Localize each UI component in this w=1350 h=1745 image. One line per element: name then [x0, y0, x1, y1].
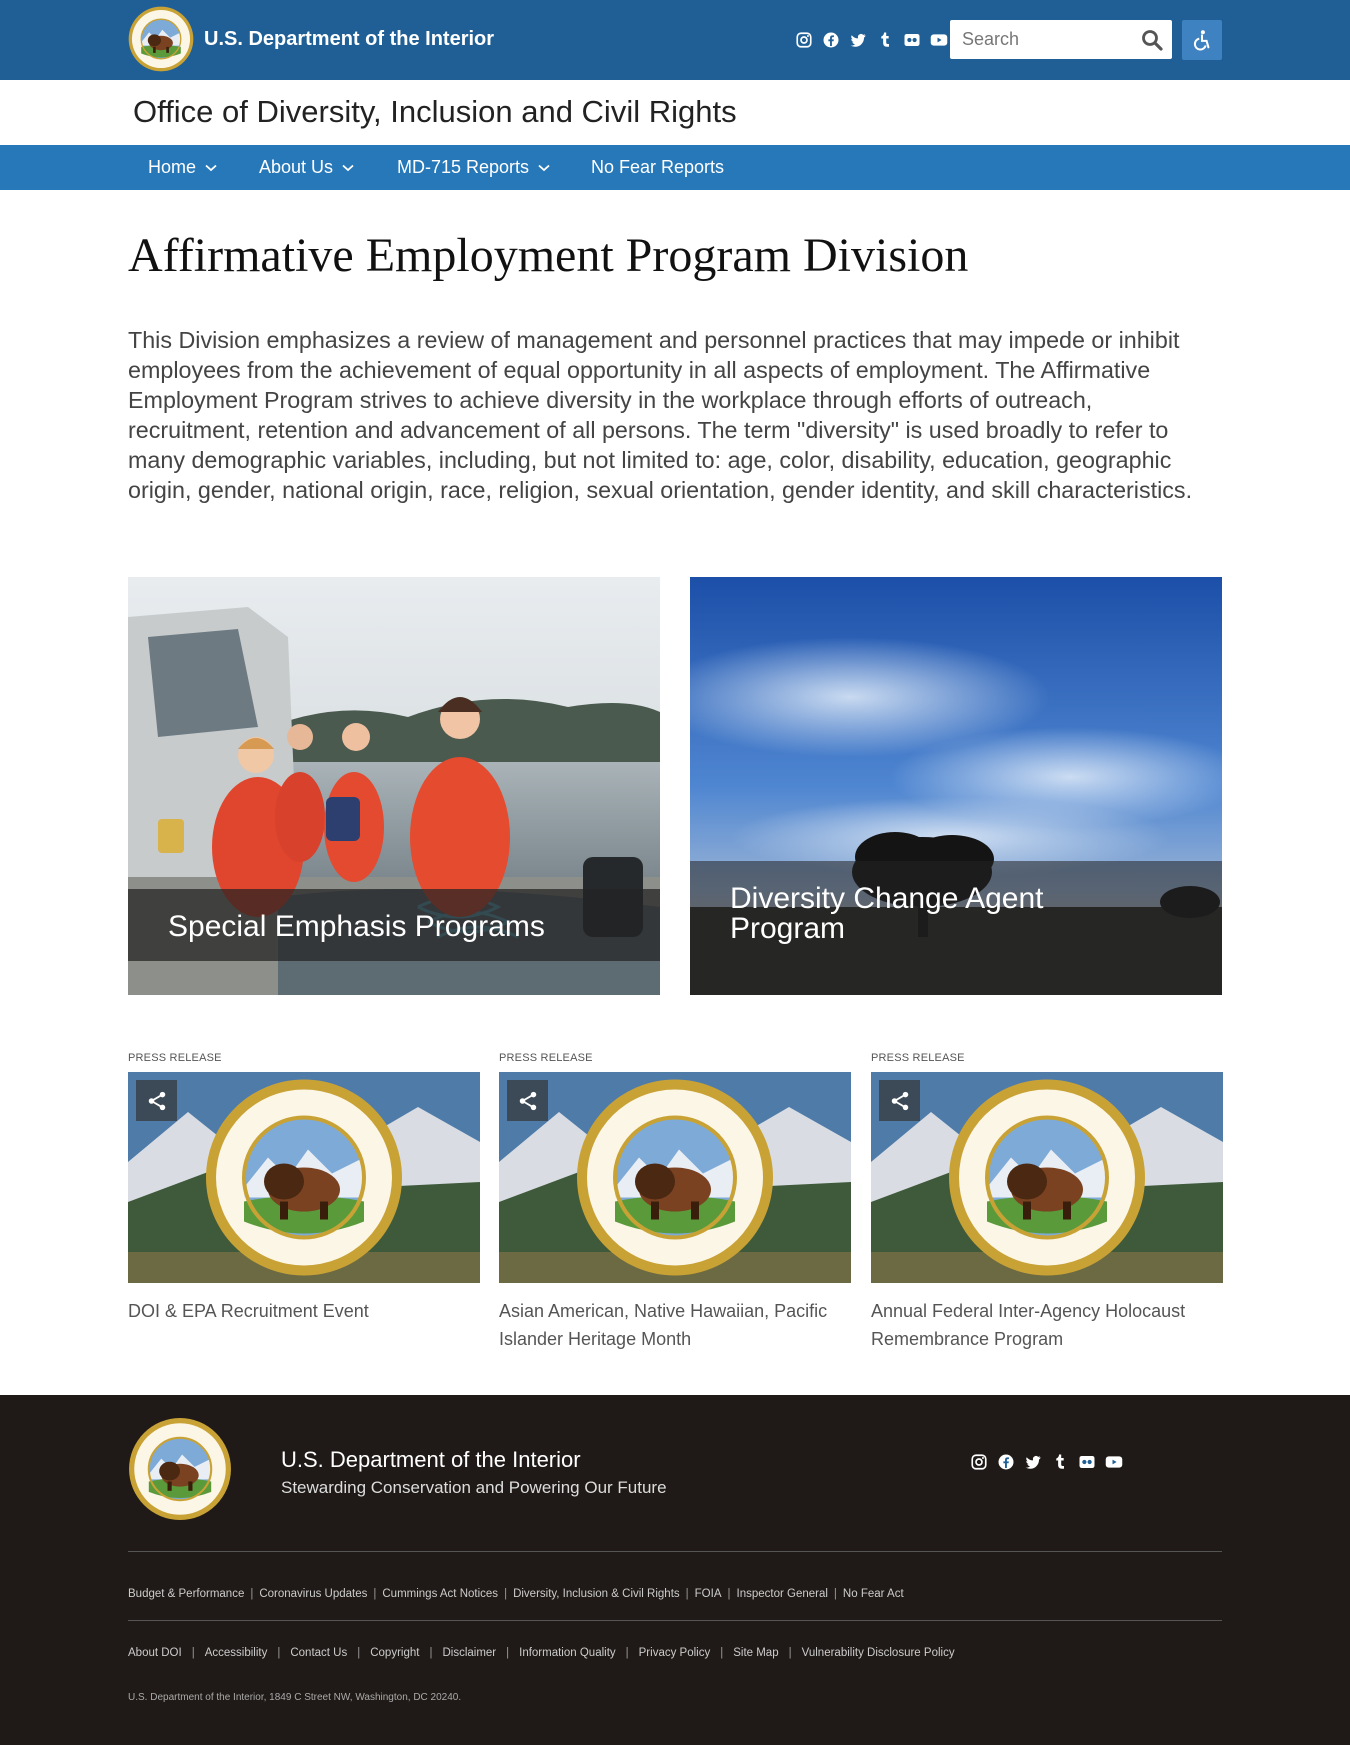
footer-link-accessibility[interactable]: Accessibility [205, 1647, 268, 1659]
card-kicker: PRESS RELEASE [499, 1052, 593, 1064]
card-title[interactable]: DOI & EPA Recruitment Event [128, 1297, 480, 1325]
card-title[interactable]: Asian American, Native Hawaiian, Pacific… [499, 1297, 851, 1353]
feature-diversity-change-agent-program[interactable]: Diversity Change Agent Program [690, 577, 1222, 995]
twitter-icon[interactable] [1024, 1453, 1042, 1471]
card-kicker: PRESS RELEASE [871, 1052, 965, 1064]
instagram-icon[interactable] [795, 31, 813, 49]
flickr-icon[interactable] [903, 31, 921, 49]
footer-links-primary: Budget & Performance | Coronavirus Update… [128, 1588, 904, 1600]
share-icon [146, 1090, 168, 1112]
facebook-icon[interactable] [822, 31, 840, 49]
intro-paragraph: This Division emphasizes a review of man… [128, 327, 1193, 503]
feature-special-emphasis-programs[interactable]: Special Emphasis Programs [128, 577, 660, 995]
footer-divider [128, 1620, 1222, 1621]
footer-link-inspector-general[interactable]: Inspector General [737, 1588, 828, 1600]
feature-title: Special Emphasis Programs [168, 910, 545, 943]
footer-link-diversity[interactable]: Diversity, Inclusion & Civil Rights [513, 1588, 680, 1600]
footer-link-site-map[interactable]: Site Map [733, 1647, 778, 1659]
instagram-icon[interactable] [970, 1453, 988, 1471]
share-icon [889, 1090, 911, 1112]
footer-link-budget[interactable]: Budget & Performance [128, 1588, 244, 1600]
footer-divider [128, 1551, 1222, 1552]
nav-item-label: MD-715 Reports [397, 157, 530, 177]
nav-item-about-us[interactable]: About Us [259, 145, 354, 190]
nav-item-home[interactable]: Home [148, 145, 217, 190]
footer-link-information-quality[interactable]: Information Quality [519, 1647, 616, 1659]
footer-link-coronavirus[interactable]: Coronavirus Updates [259, 1588, 367, 1600]
nav-item-label: Home [148, 157, 197, 177]
footer-link-contact-us[interactable]: Contact Us [290, 1647, 347, 1659]
brand-name: U.S. Department of the Interior [204, 27, 495, 50]
site-footer: U.S. Department of the Interior Stewardi… [0, 1395, 1350, 1745]
card-thumbnail[interactable] [871, 1072, 1223, 1283]
search-box [950, 20, 1172, 59]
office-band: Office of Diversity, Inclusion and Civil… [0, 80, 1350, 145]
press-release-card[interactable]: PRESS RELEASE Annual Federal Inter-Agenc… [871, 1052, 1223, 1353]
accessibility-icon [1193, 30, 1210, 51]
card-thumbnail[interactable] [128, 1072, 480, 1283]
search-input[interactable] [950, 20, 1130, 59]
doi-seal-icon [128, 6, 194, 72]
accessibility-button[interactable] [1182, 20, 1222, 60]
nav-item-no-fear-reports[interactable]: No Fear Reports [591, 145, 724, 190]
header-social-links [795, 31, 948, 49]
search-icon[interactable] [1140, 28, 1164, 52]
share-icon [517, 1090, 539, 1112]
feature-title: Diversity Change Agent Program [730, 882, 1044, 945]
card-title[interactable]: Annual Federal Inter-Agency Holocaust Re… [871, 1297, 1223, 1353]
youtube-icon[interactable] [930, 31, 948, 49]
page-title: Affirmative Employment Program Division [128, 229, 969, 282]
footer-address: U.S. Department of the Interior, 1849 C … [128, 1692, 462, 1703]
share-button[interactable] [136, 1080, 177, 1121]
chevron-down-icon [342, 164, 354, 171]
flickr-icon[interactable] [1078, 1453, 1096, 1471]
footer-link-vulnerability-disclosure[interactable]: Vulnerability Disclosure Policy [802, 1647, 955, 1659]
footer-link-privacy-policy[interactable]: Privacy Policy [639, 1647, 711, 1659]
twitter-icon[interactable] [849, 31, 867, 49]
share-button[interactable] [507, 1080, 548, 1121]
press-release-card[interactable]: PRESS RELEASE Asian American, Native Haw… [499, 1052, 851, 1353]
doi-seal-mountain-image [128, 1072, 480, 1283]
footer-link-foia[interactable]: FOIA [695, 1588, 722, 1600]
nav-item-md715-reports[interactable]: MD-715 Reports [397, 145, 550, 190]
home-logo-link[interactable]: U.S. Department of the Interior [128, 6, 494, 72]
footer-link-about-doi[interactable]: About DOI [128, 1647, 182, 1659]
tumblr-icon[interactable] [1051, 1453, 1069, 1471]
facebook-icon[interactable] [997, 1453, 1015, 1471]
chevron-down-icon [538, 164, 550, 171]
footer-link-cummings-act[interactable]: Cummings Act Notices [382, 1588, 498, 1600]
site-header: U.S. Department of the Interior [0, 0, 1350, 80]
doi-seal-mountain-image [499, 1072, 851, 1283]
office-title[interactable]: Office of Diversity, Inclusion and Civil… [133, 94, 737, 130]
share-button[interactable] [879, 1080, 920, 1121]
doi-seal-icon[interactable] [128, 1417, 232, 1521]
footer-link-no-fear-act[interactable]: No Fear Act [843, 1588, 904, 1600]
press-release-card[interactable]: PRESS RELEASE DOI & EPA Recruitment Even… [128, 1052, 480, 1325]
footer-link-copyright[interactable]: Copyright [370, 1647, 419, 1659]
footer-link-disclaimer[interactable]: Disclaimer [442, 1647, 496, 1659]
footer-org-name: U.S. Department of the Interior [281, 1447, 581, 1472]
nav-item-label: About Us [259, 157, 334, 177]
card-kicker: PRESS RELEASE [128, 1052, 222, 1064]
footer-social-links [970, 1453, 1123, 1471]
card-thumbnail[interactable] [499, 1072, 851, 1283]
youtube-icon[interactable] [1105, 1453, 1123, 1471]
main-nav: Home About Us MD-715 Reports No Fear Rep… [0, 145, 1350, 190]
footer-links-secondary: About DOI | Accessibility | Contact Us | Co… [128, 1647, 955, 1659]
footer-tagline: Stewarding Conservation and Powering Our… [281, 1478, 667, 1497]
nav-item-label: No Fear Reports [591, 157, 725, 177]
tumblr-icon[interactable] [876, 31, 894, 49]
doi-seal-mountain-image [871, 1072, 1223, 1283]
chevron-down-icon [205, 164, 217, 171]
